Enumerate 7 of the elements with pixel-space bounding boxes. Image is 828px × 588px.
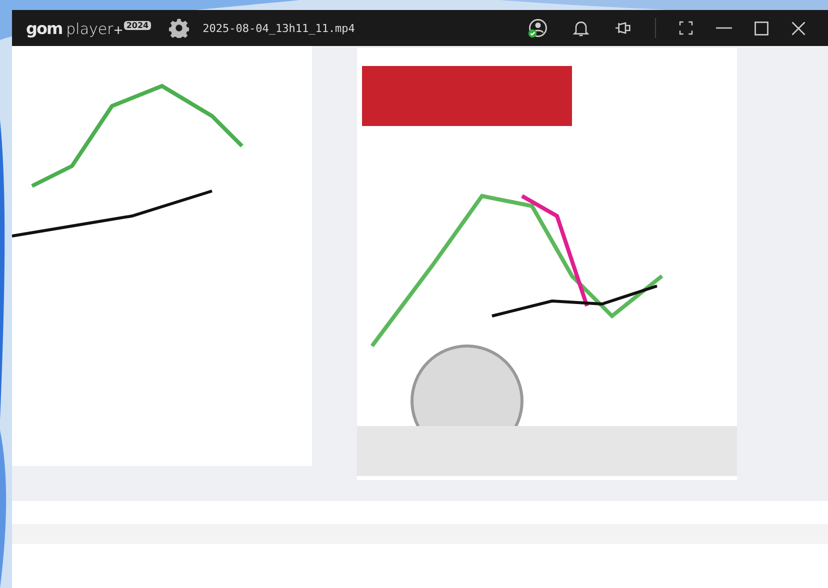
minimize-icon[interactable] (716, 27, 732, 29)
maximize-icon[interactable] (754, 20, 769, 36)
settings-icon[interactable] (168, 18, 189, 38)
account-icon[interactable] (527, 17, 549, 39)
file-name: 2025-08-04_13h11_11.mp4 (202, 22, 355, 34)
fullscreen-icon[interactable] (678, 20, 694, 36)
close-icon[interactable] (791, 20, 806, 36)
